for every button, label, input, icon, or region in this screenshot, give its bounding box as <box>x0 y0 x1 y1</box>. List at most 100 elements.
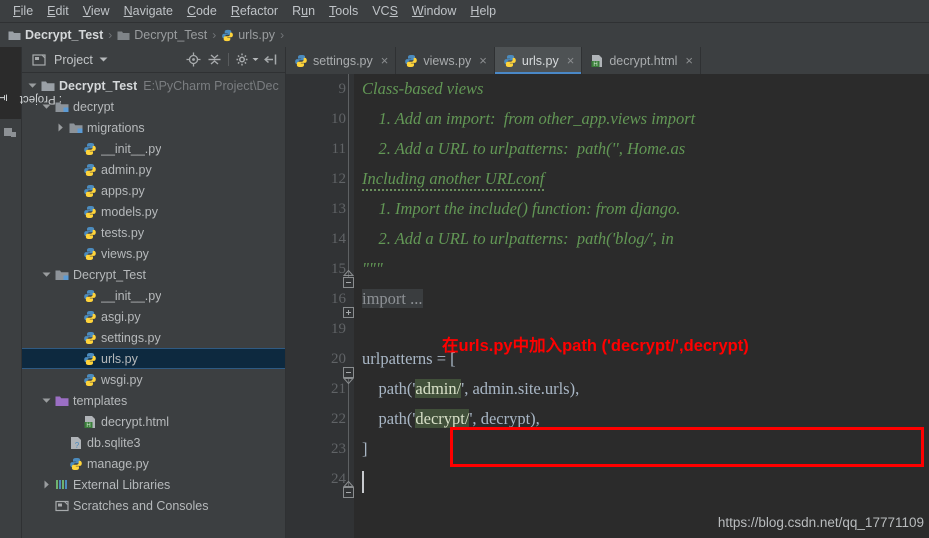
tree-node-label: migrations <box>87 120 145 135</box>
menu-item-refactor[interactable]: Refactor <box>224 1 285 21</box>
fold-marker-collapse-urlpatterns[interactable] <box>343 367 354 378</box>
menu-item-navigate[interactable]: Navigate <box>117 1 180 21</box>
tree-node-decrypt-test[interactable]: Decrypt_Test <box>22 264 285 285</box>
close-icon[interactable]: × <box>479 53 487 68</box>
menu-item-window[interactable]: Window <box>405 1 463 21</box>
editor-tab-views-py[interactable]: views.py × <box>396 47 495 74</box>
code-folding-rail[interactable] <box>343 74 354 538</box>
tree-expand-arrow-right-icon[interactable] <box>54 123 67 132</box>
editor-tab-label: urls.py <box>521 53 559 68</box>
tree-node-wsgi-py[interactable]: wsgi.py <box>22 369 285 390</box>
project-tool-window: Project Decrypt_Test E:\PyCharm Project\… <box>22 47 286 538</box>
breadcrumb-label: Decrypt_Test <box>25 28 104 42</box>
close-icon[interactable]: × <box>685 53 693 68</box>
code-line-10: 1. Add an import: from other_app.views i… <box>362 109 696 128</box>
tool-tab-project[interactable]: 1: Project <box>0 47 62 119</box>
tree-node-migrations[interactable]: migrations <box>22 117 285 138</box>
tree-node-manage-py[interactable]: manage.py <box>22 453 285 474</box>
tree-node-admin-py[interactable]: admin.py <box>22 159 285 180</box>
menu-item-edit[interactable]: Edit <box>40 1 76 21</box>
templates-folder-icon <box>53 395 70 407</box>
tree-node-label: templates <box>73 393 128 408</box>
code-content[interactable]: Class-based views 1. Add an import: from… <box>354 74 929 538</box>
hide-panel-icon[interactable] <box>262 51 279 68</box>
menu-item-run[interactable]: Run <box>285 1 322 21</box>
editor-tab-urls-py[interactable]: urls.py × <box>494 47 583 74</box>
tree-node-label: asgi.py <box>101 309 141 324</box>
editor-area[interactable]: 910111213141516192021222324 <box>286 74 929 538</box>
tree-node-apps-py[interactable]: apps.py <box>22 180 285 201</box>
tree-node-label: External Libraries <box>73 477 171 492</box>
gear-dropdown-arrow-icon[interactable] <box>251 51 259 68</box>
fold-guide-urlpatterns <box>348 377 349 489</box>
scratches-icon <box>53 500 70 512</box>
tree-node-label: wsgi.py <box>101 372 143 387</box>
tree-node-models-py[interactable]: models.py <box>22 201 285 222</box>
breadcrumb-label: Decrypt_Test <box>134 28 208 42</box>
editor-tab-decrypt-html[interactable]: Hdecrypt.html × <box>582 47 701 74</box>
menu-bar: File Edit View Navigate Code Refactor Ru… <box>0 0 929 23</box>
tree-node-label: models.py <box>101 204 158 219</box>
project-view-icon <box>30 51 47 68</box>
tree-node--init-py[interactable]: __init__.py <box>22 138 285 159</box>
python-file-icon <box>67 457 84 471</box>
tree-node-settings-py[interactable]: settings.py <box>22 327 285 348</box>
structure-tool-icon[interactable] <box>3 125 18 139</box>
breadcrumb-item-project[interactable]: Decrypt_Test <box>8 28 103 42</box>
tree-node-label: views.py <box>101 246 149 261</box>
tree-node-asgi-py[interactable]: asgi.py <box>22 306 285 327</box>
module-folder-icon <box>67 122 84 134</box>
tree-node-tests-py[interactable]: tests.py <box>22 222 285 243</box>
tree-expand-arrow-down-icon[interactable] <box>40 271 53 278</box>
breadcrumb-item-package[interactable]: Decrypt_Test <box>117 28 207 42</box>
close-icon[interactable]: × <box>381 53 389 68</box>
python-file-icon <box>221 29 234 42</box>
svg-text:?: ? <box>74 441 79 450</box>
fold-marker-collapse-list[interactable] <box>343 487 354 498</box>
chevron-down-icon[interactable] <box>95 51 112 68</box>
tree-node-urls-py[interactable]: urls.py <box>22 348 285 369</box>
editor-tab-bar[interactable]: settings.py × views.py × urls.py × Hdecrypt.ht… <box>286 47 929 74</box>
tree-node-decrypt-html[interactable]: Hdecrypt.html <box>22 411 285 432</box>
menu-item-view[interactable]: View <box>76 1 117 21</box>
menu-item-tools[interactable]: Tools <box>322 1 365 21</box>
menu-item-code[interactable]: Code <box>180 1 224 21</box>
folded-imports-region[interactable]: import ... <box>362 289 423 308</box>
fold-marker-expand-imports[interactable] <box>343 307 354 318</box>
tree-node-label: decrypt.html <box>101 414 170 429</box>
project-panel-title: Project <box>54 52 93 67</box>
tree-node-label: Decrypt_Test <box>73 267 146 282</box>
tree-node-label: tests.py <box>101 225 145 240</box>
close-icon[interactable]: × <box>567 53 575 68</box>
tree-expand-arrow-down-icon[interactable] <box>26 82 39 89</box>
main-body: 1: Project Project <box>0 47 929 538</box>
project-tree[interactable]: Decrypt_Test E:\PyCharm Project\Dec decryp… <box>22 73 285 538</box>
menu-item-help[interactable]: Help <box>463 1 503 21</box>
settings-gear-icon[interactable] <box>234 51 251 68</box>
fold-marker-collapse-docstring[interactable] <box>343 277 354 288</box>
tree-node-scratches-and-consoles[interactable]: Scratches and Consoles <box>22 495 285 516</box>
tree-node-label: manage.py <box>87 456 149 471</box>
collapse-all-icon[interactable] <box>206 51 223 68</box>
editor-tab-settings-py[interactable]: settings.py × <box>286 47 397 74</box>
python-file-icon <box>404 54 418 68</box>
tree-expand-arrow-right-icon[interactable] <box>40 480 53 489</box>
tree-node-templates[interactable]: templates <box>22 390 285 411</box>
tree-expand-arrow-down-icon[interactable] <box>40 397 53 404</box>
locate-target-icon[interactable] <box>185 51 202 68</box>
editor-gutter[interactable]: 9 10 11 12 13 14 15 16 19 20 21 22 23 24 <box>286 74 354 538</box>
menu-item-vcs[interactable]: VCS <box>365 1 405 21</box>
tree-node-label: admin.py <box>101 162 152 177</box>
unknown-file-icon: ? <box>67 436 84 450</box>
tree-node-path: E:\PyCharm Project\Dec <box>143 78 279 93</box>
editor-tab-label: views.py <box>423 53 472 68</box>
tree-node-external-libraries[interactable]: External Libraries <box>22 474 285 495</box>
python-file-icon <box>81 184 98 198</box>
tree-node-db-sqlite3[interactable]: ? db.sqlite3 <box>22 432 285 453</box>
menu-item-file[interactable]: File <box>6 1 40 21</box>
breadcrumb-item-file[interactable]: urls.py <box>221 28 275 42</box>
python-file-icon <box>81 289 98 303</box>
fold-cap-bottom <box>343 378 354 384</box>
tree-node--init-py[interactable]: __init__.py <box>22 285 285 306</box>
tree-node-views-py[interactable]: views.py <box>22 243 285 264</box>
